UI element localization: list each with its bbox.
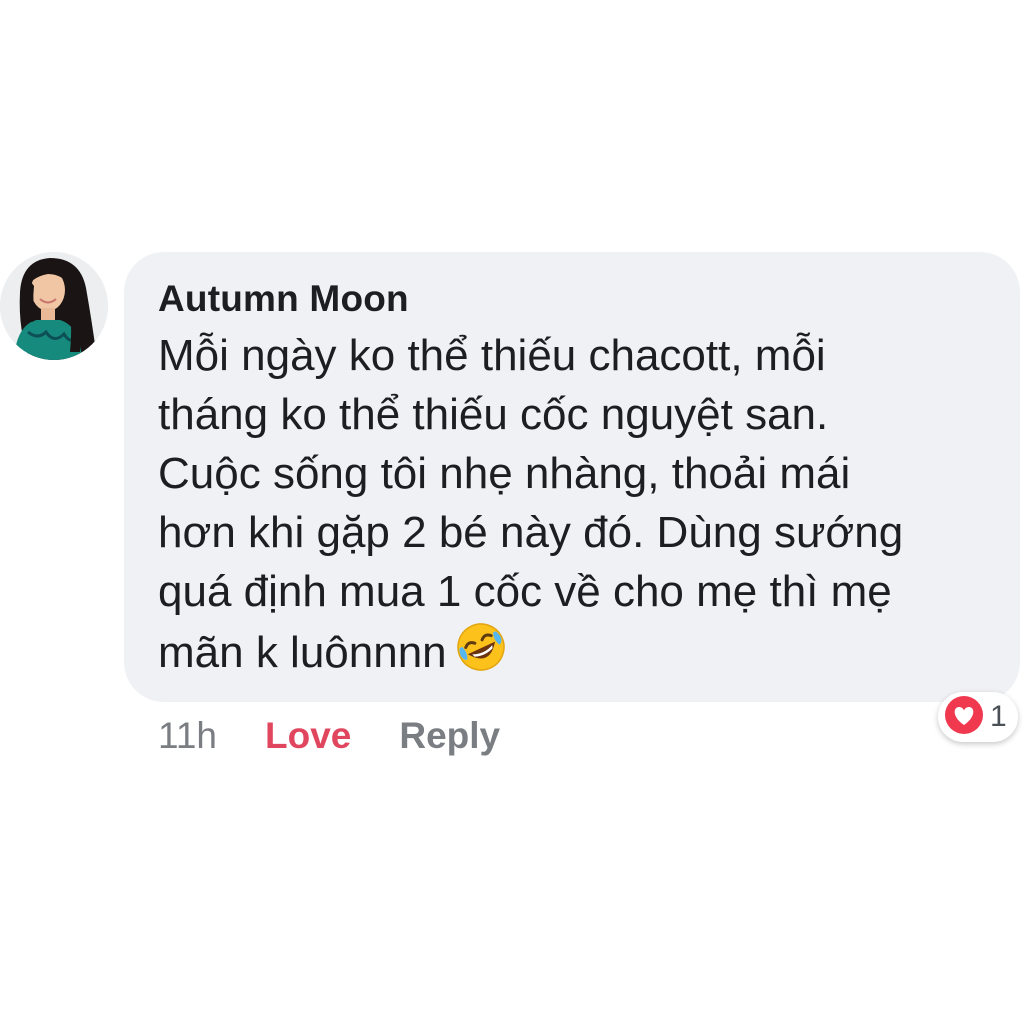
reaction-summary[interactable]: 1 <box>938 692 1018 742</box>
comment-author[interactable]: Autumn Moon <box>158 278 1000 320</box>
reaction-count: 1 <box>990 700 1007 733</box>
comment-line: quá định mua 1 cốc về cho mẹ thì mẹ <box>158 567 892 616</box>
rolling-on-floor-laughing-emoji <box>455 621 507 688</box>
comment-actions: 11h Love Reply <box>158 712 500 760</box>
comment-view: Autumn Moon Mỗi ngày ko thể thiếu chacot… <box>0 0 1024 1024</box>
comment-line: tháng ko thể thiếu cốc nguyệt san. <box>158 390 829 439</box>
avatar[interactable] <box>0 252 108 360</box>
avatar-photo <box>0 252 108 360</box>
comment-line: Cuộc sống tôi nhẹ nhàng, thoải mái <box>158 449 851 498</box>
love-button[interactable]: Love <box>265 715 351 757</box>
comment-line: Mỗi ngày ko thể thiếu chacott, mỗi <box>158 331 826 380</box>
comment-line-text: mãn k luônnnn <box>158 628 447 677</box>
reply-button[interactable]: Reply <box>399 715 500 757</box>
comment-line: hơn khi gặp 2 bé này đó. Dùng sướng <box>158 508 904 557</box>
comment-timestamp[interactable]: 11h <box>158 715 217 757</box>
heart-icon <box>944 695 984 740</box>
comment-text: Mỗi ngày ko thể thiếu chacott, mỗi tháng… <box>158 326 1008 688</box>
comment-bubble: Autumn Moon Mỗi ngày ko thể thiếu chacot… <box>124 252 1020 702</box>
comment-line-last: mãn k luônnnn <box>158 621 1008 688</box>
